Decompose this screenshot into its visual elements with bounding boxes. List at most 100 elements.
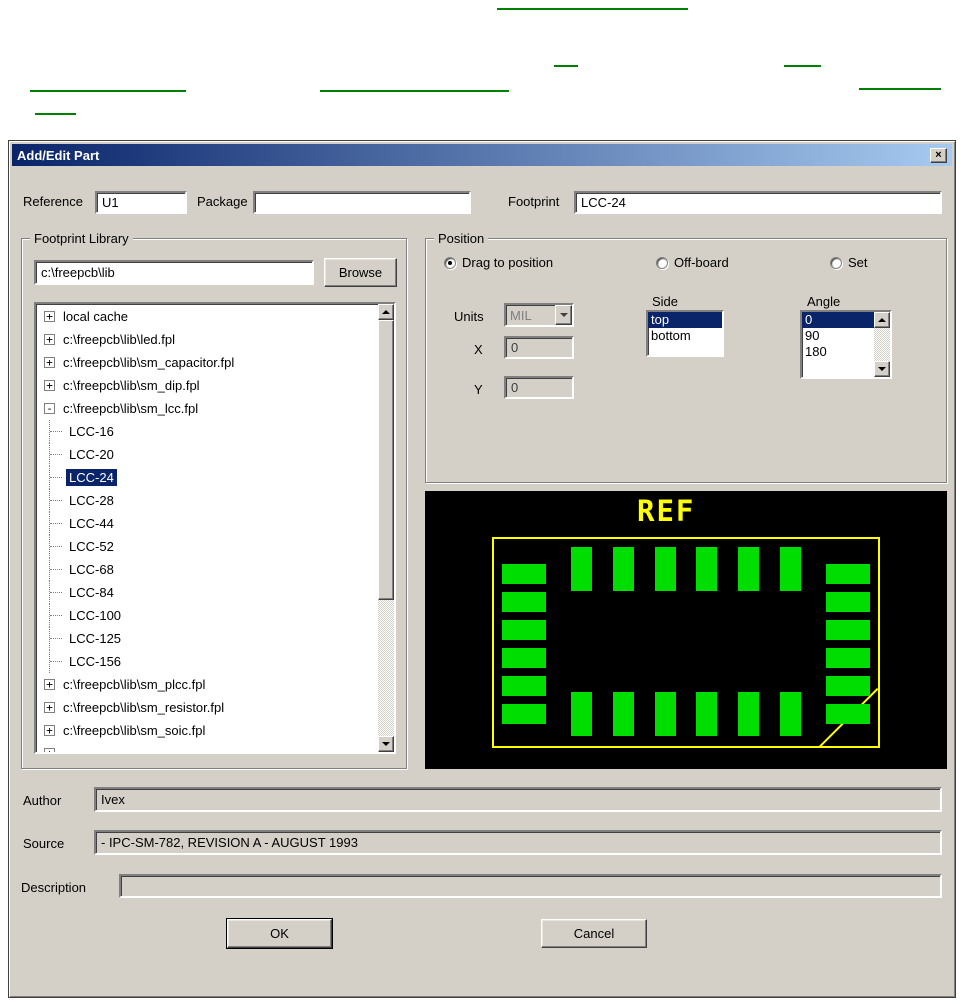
tree-item-lcc-52[interactable]: LCC-52 bbox=[36, 535, 378, 558]
scroll-down-button[interactable] bbox=[378, 736, 394, 752]
tree-item-label: c:\freepcb\lib\sm_soic.fpl bbox=[63, 723, 206, 738]
radio-set[interactable]: Set bbox=[830, 255, 868, 270]
scroll-down-button[interactable] bbox=[874, 361, 890, 377]
angle-option-90[interactable]: 90 bbox=[802, 328, 874, 344]
scrollbar-thumb[interactable] bbox=[378, 320, 394, 600]
side-list[interactable]: top bottom bbox=[646, 310, 724, 357]
tree-item-lcc-68[interactable]: LCC-68 bbox=[36, 558, 378, 581]
angle-scrollbar[interactable] bbox=[874, 312, 890, 377]
units-value: MIL bbox=[510, 307, 532, 323]
description-label: Description bbox=[21, 880, 87, 895]
expand-icon[interactable]: + bbox=[44, 380, 55, 391]
tree-item-c-freepcb-lib-sm-dip-fpl[interactable]: + c:\freepcb\lib\sm_dip.fpl bbox=[36, 374, 378, 397]
tree-connector bbox=[50, 477, 62, 478]
tree-item-lcc-20[interactable]: LCC-20 bbox=[36, 443, 378, 466]
pad bbox=[571, 692, 592, 736]
expand-icon[interactable]: + bbox=[44, 748, 55, 752]
library-path-input[interactable]: c:\freepcb\lib bbox=[34, 260, 314, 285]
tree-scrollbar[interactable] bbox=[378, 304, 394, 752]
reference-input[interactable]: U1 bbox=[95, 191, 187, 214]
radio-off-board[interactable]: Off-board bbox=[656, 255, 729, 270]
pad bbox=[826, 620, 870, 640]
footprint-label: Footprint bbox=[508, 194, 560, 209]
expand-icon[interactable]: + bbox=[44, 679, 55, 690]
arrow-down-icon bbox=[878, 367, 886, 371]
radio-icon bbox=[830, 256, 842, 269]
ok-button[interactable]: OK bbox=[227, 919, 332, 948]
pad bbox=[826, 676, 870, 696]
link-underline[interactable] bbox=[30, 90, 186, 92]
expand-icon[interactable]: + bbox=[44, 334, 55, 345]
tree-item-lcc-24[interactable]: LCC-24 bbox=[36, 466, 378, 489]
tree-item-label: c:\freepcb\lib\sm_dip.fpl bbox=[63, 378, 200, 393]
pad bbox=[738, 547, 760, 591]
tree-item-c-freepcb-lib-sm-lcc-fpl[interactable]: - c:\freepcb\lib\sm_lcc.fpl bbox=[36, 397, 378, 420]
pad bbox=[502, 620, 546, 640]
close-button[interactable]: × bbox=[930, 147, 947, 163]
tree-item-local-cache[interactable]: + local cache bbox=[36, 305, 378, 328]
tree-item-label: LCC-20 bbox=[69, 447, 114, 462]
tree-item-lcc-84[interactable]: LCC-84 bbox=[36, 581, 378, 604]
reference-label: Reference bbox=[23, 194, 83, 209]
link-underline[interactable] bbox=[554, 65, 578, 67]
angle-list[interactable]: 0 90 180 bbox=[800, 310, 892, 379]
tree-item-label: c:\freepcb\lib\sm_capacitor.fpl bbox=[63, 355, 235, 370]
cancel-button[interactable]: Cancel bbox=[541, 919, 647, 948]
tree-item-c-freepcb-lib-sm-resistor-fpl[interactable]: + c:\freepcb\lib\sm_resistor.fpl bbox=[36, 696, 378, 719]
source-field: - IPC-SM-782, REVISION A - AUGUST 1993 bbox=[94, 830, 942, 855]
footprint-tree[interactable]: + local cache + c:\freepcb\lib\led.fpl + c:\f… bbox=[34, 302, 396, 754]
combo-dropdown-button bbox=[555, 305, 572, 325]
angle-option-0[interactable]: 0 bbox=[802, 312, 874, 328]
tree-item-lcc-156[interactable]: LCC-156 bbox=[36, 650, 378, 673]
tree-item-c-freepcb-lib-sm-plcc-fpl[interactable]: + c:\freepcb\lib\sm_plcc.fpl bbox=[36, 673, 378, 696]
tree-item-c-freepcb-lib-sm-soic-fpl[interactable]: + c:\freepcb\lib\sm_soic.fpl bbox=[36, 719, 378, 742]
radio-drag-to-position[interactable]: Drag to position bbox=[444, 255, 553, 270]
collapse-icon[interactable]: - bbox=[44, 403, 55, 414]
expand-icon[interactable]: + bbox=[44, 725, 55, 736]
chevron-down-icon bbox=[559, 313, 568, 317]
tree-item[interactable]: + bbox=[36, 742, 378, 752]
link-underline[interactable] bbox=[320, 90, 509, 92]
ok-button-label: OK bbox=[270, 926, 289, 941]
tree-item-label: c:\freepcb\lib\sm_resistor.fpl bbox=[63, 700, 225, 715]
angle-option-180[interactable]: 180 bbox=[802, 344, 874, 360]
close-icon: × bbox=[935, 148, 942, 161]
side-label: Side bbox=[652, 294, 679, 309]
link-underline[interactable] bbox=[35, 113, 76, 115]
scroll-up-button[interactable] bbox=[378, 304, 394, 320]
tree-item-label: LCC-100 bbox=[69, 608, 122, 623]
tree-item-lcc-44[interactable]: LCC-44 bbox=[36, 512, 378, 535]
expand-icon[interactable]: + bbox=[44, 357, 55, 368]
tree-item-lcc-28[interactable]: LCC-28 bbox=[36, 489, 378, 512]
browse-button[interactable]: Browse bbox=[324, 258, 397, 287]
pad bbox=[654, 547, 676, 591]
link-underline[interactable] bbox=[859, 88, 941, 90]
link-underline[interactable] bbox=[784, 65, 821, 67]
tree-item-label: LCC-52 bbox=[69, 539, 114, 554]
expand-icon[interactable]: + bbox=[44, 702, 55, 713]
pad bbox=[826, 564, 870, 584]
expand-icon[interactable]: + bbox=[44, 311, 55, 322]
tree-item-c-freepcb-lib-sm-capacitor-fpl[interactable]: + c:\freepcb\lib\sm_capacitor.fpl bbox=[36, 351, 378, 374]
footprint-input[interactable]: LCC-24 bbox=[574, 191, 942, 214]
tree-item-lcc-125[interactable]: LCC-125 bbox=[36, 627, 378, 650]
author-field: Ivex bbox=[94, 787, 942, 812]
tree-item-label: c:\freepcb\lib\led.fpl bbox=[63, 332, 176, 347]
side-option-bottom[interactable]: bottom bbox=[648, 328, 722, 344]
package-input[interactable] bbox=[253, 191, 471, 214]
scroll-up-button[interactable] bbox=[874, 312, 890, 328]
tree-item-lcc-100[interactable]: LCC-100 bbox=[36, 604, 378, 627]
package-label: Package bbox=[197, 194, 248, 209]
side-option-top[interactable]: top bbox=[648, 312, 722, 328]
footprint-preview: REF bbox=[425, 491, 947, 769]
tree-item-c-freepcb-lib-led-fpl[interactable]: + c:\freepcb\lib\led.fpl bbox=[36, 328, 378, 351]
description-field bbox=[119, 874, 942, 898]
link-underline[interactable] bbox=[497, 8, 688, 10]
pad bbox=[502, 592, 546, 612]
tree-item-label: local cache bbox=[63, 309, 129, 324]
footprint-library-group-label: Footprint Library bbox=[30, 231, 133, 246]
tree-rows: + local cache + c:\freepcb\lib\led.fpl + c:\f… bbox=[36, 305, 378, 752]
reference-value: U1 bbox=[102, 195, 119, 210]
tree-item-lcc-16[interactable]: LCC-16 bbox=[36, 420, 378, 443]
dialog-titlebar[interactable]: Add/Edit Part × bbox=[12, 144, 952, 166]
